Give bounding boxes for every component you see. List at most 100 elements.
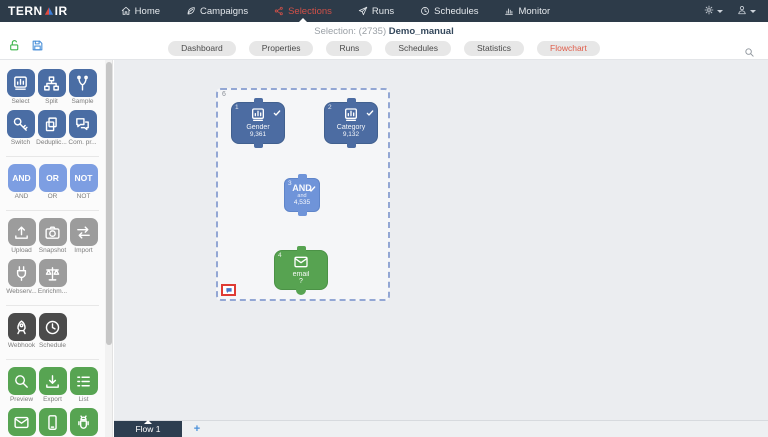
- nav-item-campaigns[interactable]: Campaigns: [173, 0, 261, 22]
- flow-node-category[interactable]: 2 Category 9,132: [324, 98, 378, 148]
- palette-tool-switch[interactable]: Switch: [5, 110, 36, 146]
- tab-statistics[interactable]: Statistics: [464, 41, 525, 56]
- sitemap-icon: [43, 75, 60, 92]
- header-actions: [8, 39, 44, 57]
- palette-tool-upload[interactable]: Upload: [6, 218, 37, 254]
- tool-label: NOT: [76, 193, 91, 200]
- palette-group-selection-tools: Select Split Sample Switch Deduplic... Com. p…: [0, 69, 105, 153]
- nav-item-monitor[interactable]: Monitor: [491, 0, 563, 22]
- palette-tool-webhook[interactable]: Webhook: [6, 313, 37, 349]
- tool-label: Webserv...: [6, 288, 37, 295]
- campaigns-icon: [186, 6, 196, 16]
- tool-tile: [37, 110, 66, 138]
- tool-tile: [69, 218, 98, 246]
- flow-node-email[interactable]: 4 email?: [274, 246, 328, 295]
- tool-label: Sample: [71, 98, 94, 105]
- tool-label: Enrichm...: [37, 288, 68, 295]
- palette-tool-export[interactable]: Export: [37, 367, 68, 403]
- palette-tool-schedule[interactable]: Schedule: [37, 313, 68, 349]
- palette-tool-preview[interactable]: Preview: [6, 367, 37, 403]
- tool-tile: [38, 218, 67, 246]
- node-number: 1: [235, 104, 239, 111]
- operator-text: NOT: [74, 173, 93, 183]
- top-navbar: TERN IR Home Campaigns Selections Runs Sched…: [0, 0, 768, 22]
- ternair-logo[interactable]: TERN IR: [0, 4, 80, 18]
- flow-tab[interactable]: Flow 1: [114, 420, 182, 437]
- tab-schedules[interactable]: Schedules: [385, 41, 452, 56]
- node-count: 9,361: [249, 131, 267, 139]
- palette-tool-e-mail[interactable]: E-mail: [6, 408, 37, 437]
- nav-item-selections[interactable]: Selections: [261, 0, 345, 22]
- node-number: 4: [278, 252, 282, 259]
- add-flow-button[interactable]: +: [182, 421, 212, 437]
- palette-tool-app-mes[interactable]: App mes...: [68, 408, 99, 437]
- scrollbar-thumb[interactable]: [106, 62, 112, 345]
- nav-item-label: Selections: [288, 5, 332, 17]
- palette-tool-deduplic[interactable]: Deduplic...: [36, 110, 67, 146]
- unlock-icon[interactable]: [8, 39, 21, 57]
- android-icon: [75, 414, 92, 431]
- palette-tool-not[interactable]: NOT NOT: [68, 164, 99, 200]
- bar-chart-icon: [12, 75, 29, 92]
- tool-tile: [6, 110, 35, 138]
- nav-right: [704, 2, 768, 20]
- operator-text: AND: [12, 173, 31, 183]
- copy-icon: [43, 116, 60, 133]
- palette-tool-sample[interactable]: Sample: [67, 69, 98, 105]
- palette-tool-and[interactable]: AND AND: [6, 164, 37, 200]
- flowchart-canvas[interactable]: 6 1 Gender 9,361 2 Category 9,132 3 AND and 4,535…: [114, 60, 768, 420]
- palette-tool-list[interactable]: List: [68, 367, 99, 403]
- tool-tile: [38, 408, 67, 436]
- tab-runs[interactable]: Runs: [326, 41, 373, 56]
- palette-tool-select[interactable]: Select: [5, 69, 36, 105]
- sample-icon: [74, 75, 91, 92]
- selection-id-label: Selection: (2735): [314, 26, 387, 37]
- tool-label: Split: [45, 98, 58, 105]
- flow-tab-bar: Flow 1 +: [114, 420, 768, 437]
- plug-icon: [13, 265, 30, 282]
- comment-badge[interactable]: [221, 284, 236, 296]
- save-icon[interactable]: [31, 39, 44, 57]
- palette-tool-or[interactable]: OR OR: [37, 164, 68, 200]
- tool-label: Import: [74, 247, 93, 254]
- tool-tile: [7, 259, 36, 287]
- flow-node-and[interactable]: 3 AND and 4,535: [284, 174, 320, 216]
- check-icon: [366, 104, 374, 122]
- tab-properties[interactable]: Properties: [248, 41, 314, 56]
- palette-group-automation-tools: Webhook Schedule: [6, 305, 99, 356]
- tool-tile: [7, 313, 36, 341]
- palette-tool-enrichm[interactable]: Enrichm...: [37, 259, 68, 295]
- tool-tile: [68, 69, 97, 97]
- search-icon: [13, 373, 30, 390]
- logo-text-post: IR: [54, 4, 68, 18]
- nav-item-runs[interactable]: Runs: [345, 0, 407, 22]
- palette-tool-sms[interactable]: SMS: [37, 408, 68, 437]
- tool-tile: NOT: [69, 164, 98, 192]
- flow-node-gender[interactable]: 1 Gender 9,361: [231, 98, 285, 148]
- tool-label: List: [78, 396, 89, 403]
- nav-item-schedules[interactable]: Schedules: [407, 0, 491, 22]
- send-icon: [358, 6, 368, 16]
- page-title: Selection: (2735) Demo_manual: [0, 22, 768, 37]
- chevron-down-icon: [750, 9, 756, 13]
- settings-menu[interactable]: [704, 2, 723, 20]
- selections-icon: [274, 6, 284, 16]
- user-menu[interactable]: [737, 2, 756, 20]
- tool-palette: Select Split Sample Switch Deduplic... Com. p…: [0, 60, 105, 437]
- palette-tool-import[interactable]: Import: [68, 218, 99, 254]
- comments-icon: [74, 116, 91, 133]
- tool-tile: [68, 110, 97, 138]
- palette-scrollbar[interactable]: [105, 60, 113, 437]
- palette-tool-com-pr[interactable]: Com. pr...: [67, 110, 98, 146]
- palette-tool-snapshot[interactable]: Snapshot: [37, 218, 68, 254]
- palette-tool-webserv[interactable]: Webserv...: [6, 259, 37, 295]
- clock-icon: [44, 319, 61, 336]
- nav-item-home[interactable]: Home: [108, 0, 173, 22]
- palette-tool-split[interactable]: Split: [36, 69, 67, 105]
- tab-flowchart[interactable]: Flowchart: [537, 41, 600, 56]
- selection-name-label: Demo_manual: [388, 26, 454, 37]
- tab-dashboard[interactable]: Dashboard: [168, 41, 236, 56]
- node-count: 4,535: [293, 199, 311, 207]
- node-title: Category: [336, 124, 366, 132]
- nav-item-label: Campaigns: [200, 5, 249, 17]
